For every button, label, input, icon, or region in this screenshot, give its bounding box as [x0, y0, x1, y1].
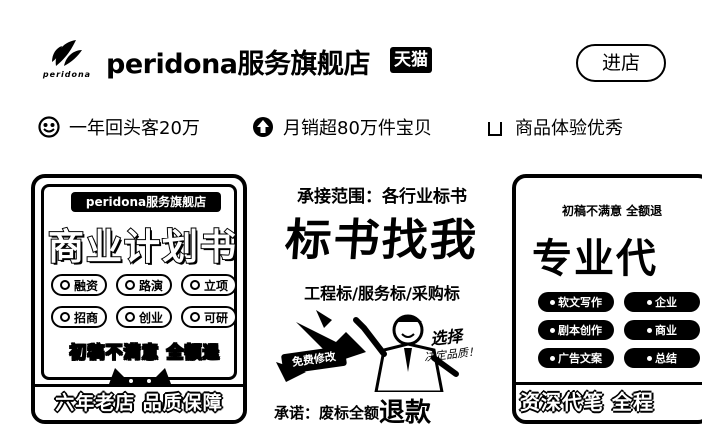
store-stats: 一年回头客20万 月销超80万件宝贝 商品体验优秀: [38, 113, 678, 141]
stat-repeat-customers: 一年回头客20万: [38, 113, 200, 141]
card-title: 标书找我: [283, 215, 481, 266]
stat-monthly-sales: 月销超80万件宝贝: [252, 113, 432, 141]
tag: 商业: [624, 320, 700, 340]
store-logo[interactable]: peridona: [38, 38, 96, 82]
tag: 路演: [116, 274, 172, 296]
card-title: 商业计划书: [47, 226, 238, 269]
bag-icon: [488, 122, 502, 136]
card-footer: 六年老店 品质保障: [35, 384, 243, 420]
stat-experience: 商品体验优秀: [484, 113, 623, 141]
smile-icon: [38, 116, 60, 138]
tag: 软文写作: [538, 292, 614, 312]
promise-refund: 退款: [379, 398, 432, 424]
product-card-business-plan[interactable]: peridona服务旗舰店 商业计划书 融资 路演 立项 招商 创业 可研 初稿…: [31, 174, 247, 424]
tag: 企业: [624, 292, 700, 312]
stat-text: 商品体验优秀: [515, 118, 623, 139]
card-promise: 承诺：废标全额退款: [274, 392, 431, 424]
tag: 可研: [181, 306, 237, 328]
logo-text: peridona: [42, 70, 92, 79]
product-card-ghostwriting[interactable]: 初稿不满意 全额退 专业代 软文写作 企业 剧本创作 商业 广告文案 总结 资深…: [512, 174, 702, 424]
tag-row: 融资 路演 立项: [51, 274, 237, 296]
cat-mascot-icon: [109, 368, 171, 384]
promise-prefix: 承诺：废标全额: [274, 404, 380, 422]
card-types: 工程标/服务标/采购标: [304, 284, 460, 303]
tag-row: 招商 创业 可研: [51, 306, 237, 328]
tag: 剧本创作: [538, 320, 614, 340]
card-note: 初稿不满意 全额退: [562, 204, 663, 218]
card-guarantee: 初稿不满意 全额退: [69, 343, 221, 364]
leaf-logo-icon: [52, 40, 82, 66]
card-footer: 资深代笔 全程: [516, 382, 702, 420]
stat-text: 月销超80万件宝贝: [283, 118, 432, 139]
product-card-bid-document[interactable]: 承接范围：各行业标书 标书找我 工程标/服务标/采购标 免费修改 选择 决定品质…: [268, 174, 496, 424]
tag: 创业: [116, 306, 172, 328]
tmall-badge: 天猫: [390, 47, 432, 73]
enter-store-button[interactable]: 进店: [576, 44, 666, 82]
stat-text: 一年回头客20万: [69, 118, 200, 139]
card-shop-label: peridona服务旗舰店: [71, 192, 221, 212]
tag: 总结: [624, 348, 700, 368]
up-arrow-icon: [253, 117, 273, 137]
tag: 立项: [181, 274, 237, 296]
tag: 融资: [51, 274, 107, 296]
tag: 广告文案: [538, 348, 614, 368]
card-title: 专业代: [532, 236, 658, 282]
tag: 招商: [51, 306, 107, 328]
store-name[interactable]: peridona服务旗舰店: [106, 42, 371, 81]
product-carousel[interactable]: peridona服务旗舰店 商业计划书 融资 路演 立项 招商 创业 可研 初稿…: [0, 168, 702, 436]
store-header: peridona peridona服务旗舰店 天猫 进店: [38, 36, 668, 92]
